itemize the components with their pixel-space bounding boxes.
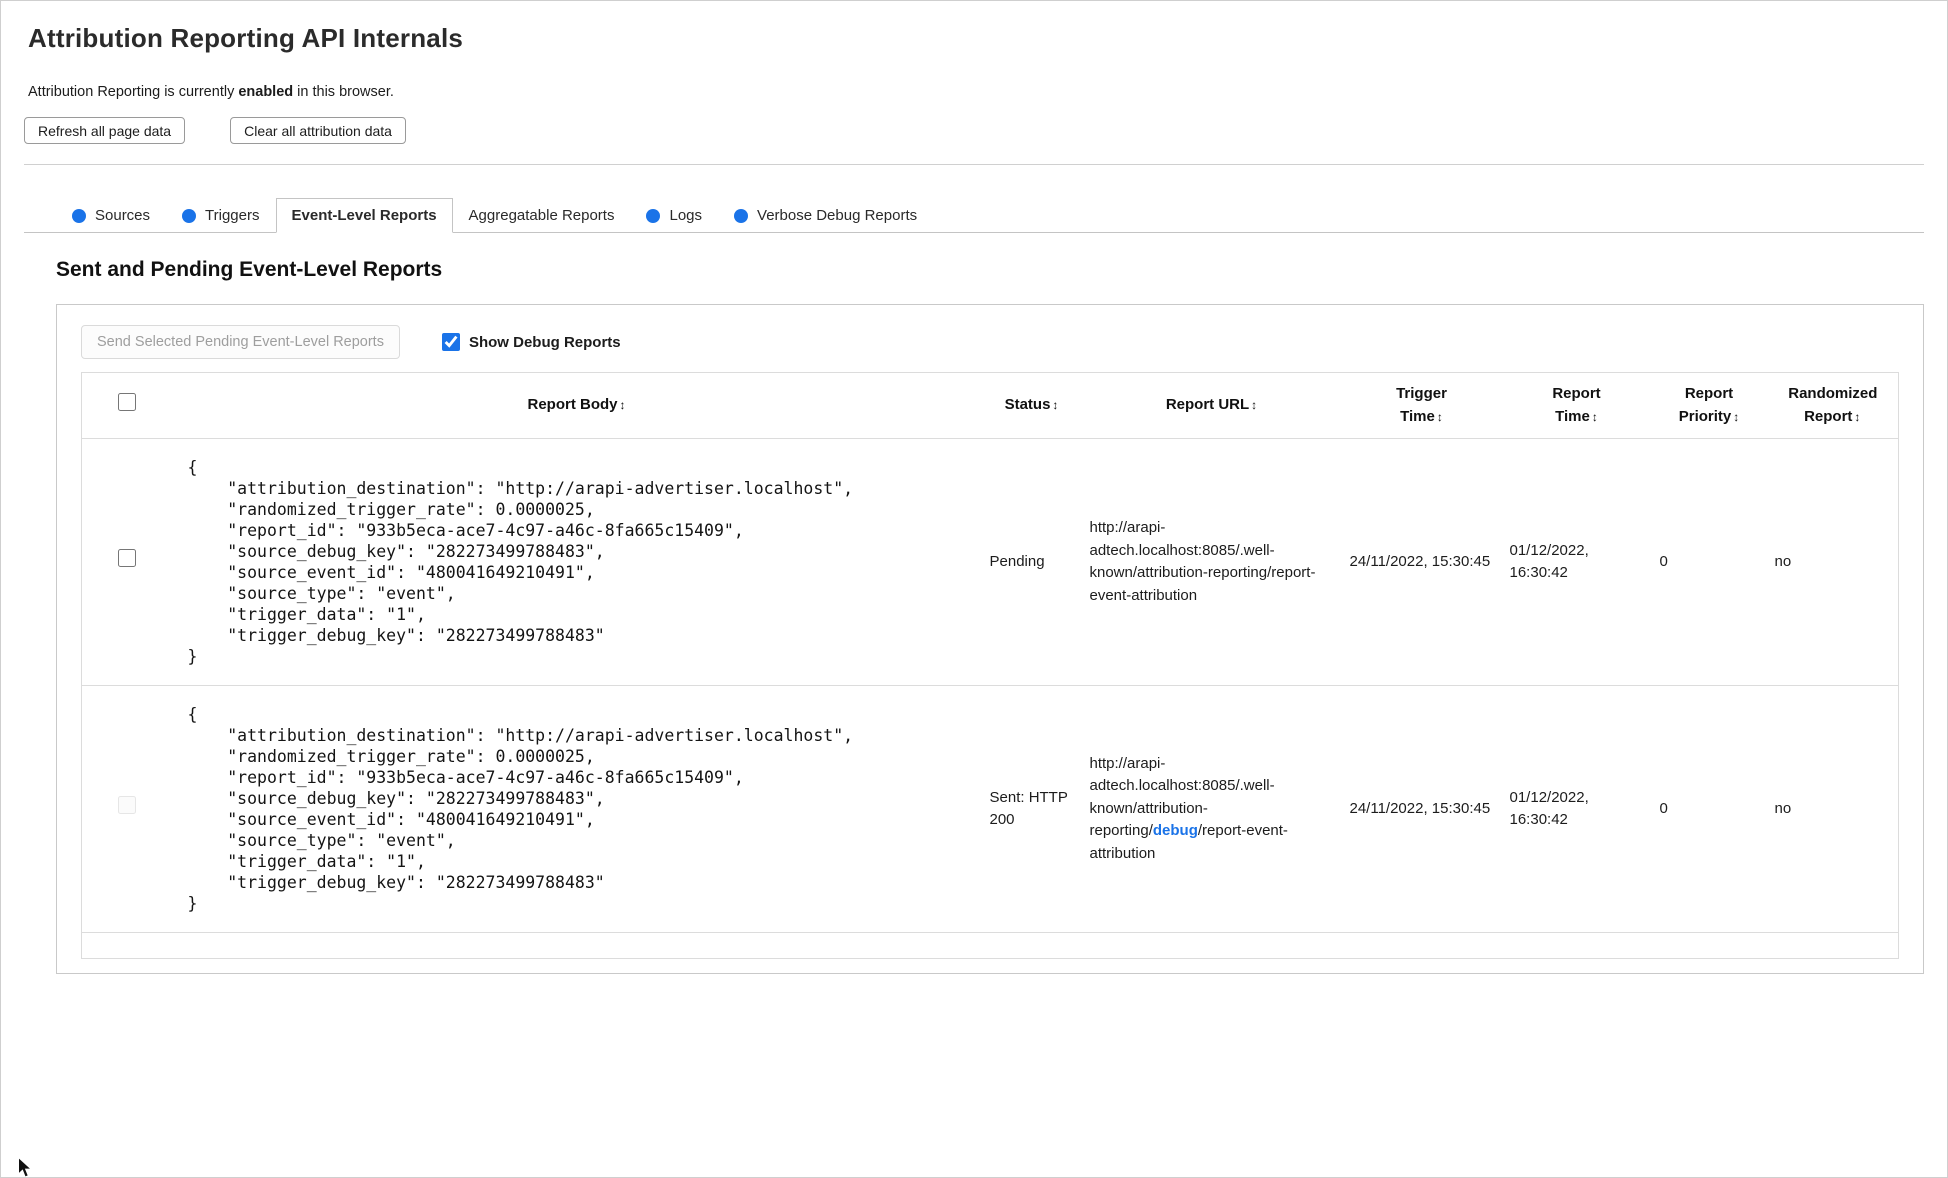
column-header-report-priority[interactable]: Report Priority ↕: [1651, 372, 1767, 439]
row-select-checkbox[interactable]: [117, 549, 136, 568]
report-priority-cell: 0: [1659, 552, 1668, 570]
page-content: Attribution Reporting API Internals Attr…: [1, 1, 1947, 974]
tab-label: Verbose Debug Reports: [757, 207, 918, 224]
tab-triggers[interactable]: Triggers: [166, 198, 275, 233]
status-prefix: Attribution Reporting is currently: [28, 84, 239, 100]
column-header-trigger-time[interactable]: Trigger Time ↕: [1341, 372, 1502, 439]
report-body-cell: { "attribution_destination": "http://ara…: [172, 686, 982, 933]
report-url-text: http://arapi-adtech.localhost:8085/.well…: [1089, 519, 1275, 581]
sort-icon: ↕: [1854, 409, 1861, 424]
sort-icon: ↕: [1251, 398, 1258, 413]
tab-label: Sources: [95, 207, 151, 224]
report-url-cell: http://arapi-adtech.localhost:8085/.well…: [1082, 686, 1342, 933]
debug-url-highlight: debug: [1152, 822, 1198, 840]
reports-panel: Send Selected Pending Event-Level Report…: [56, 304, 1924, 974]
sort-icon: ↕: [1052, 398, 1059, 413]
sort-icon: ↕: [1733, 409, 1740, 424]
column-header-label: Randomized Report: [1788, 385, 1878, 425]
table-header-row: Report Body ↕ Status ↕ Report URL ↕ Trigger Ti…: [81, 372, 1899, 439]
tab-logs[interactable]: Logs: [630, 198, 718, 233]
column-header-label: Report Body: [527, 396, 618, 414]
panel-controls: Send Selected Pending Event-Level Report…: [81, 325, 1899, 359]
table-footer-row: [82, 933, 1899, 959]
trigger-time-cell: 24/11/2022, 15:30:45: [1349, 552, 1491, 570]
divider: [24, 164, 1924, 165]
blue-dot-icon: [646, 208, 661, 223]
select-all-header-cell: [81, 372, 172, 439]
row-select-cell: [82, 686, 172, 933]
mouse-cursor: [18, 1157, 33, 1177]
randomized-report-cell: no: [1774, 799, 1792, 817]
tab-aggregatable-reports[interactable]: Aggregatable Reports: [453, 198, 631, 233]
blue-dot-icon: [182, 208, 197, 223]
report-row-2: { "attribution_destination": "http://ara…: [81, 686, 1899, 933]
column-header-inner: Randomized Report ↕: [1788, 383, 1878, 428]
status-cell: Sent: HTTP 200: [989, 788, 1068, 829]
page-title: Attribution Reporting API Internals: [28, 23, 464, 53]
report-time-cell: 01/12/2022, 16:30:42: [1509, 541, 1589, 582]
status-cell: Pending: [989, 552, 1045, 570]
column-header-label: Report Priority: [1678, 385, 1734, 425]
reports-table: Report Body ↕ Status ↕ Report URL ↕ Trigger Ti…: [81, 372, 1899, 959]
column-header-label: Status: [1004, 396, 1051, 414]
refresh-all-page-data-button[interactable]: Refresh all page data: [24, 117, 186, 144]
blue-dot-icon: [734, 208, 749, 223]
show-debug-label: Show Debug Reports: [468, 333, 621, 351]
column-header-status[interactable]: Status ↕: [981, 372, 1082, 439]
column-header-inner: Report Priority ↕: [1665, 383, 1753, 428]
report-time-cell: 01/12/2022, 16:30:42: [1509, 788, 1589, 829]
report-priority-cell: 0: [1659, 799, 1668, 817]
top-buttons: Refresh all page data Clear all attribut…: [24, 117, 1924, 144]
column-header-label: Report URL: [1165, 396, 1250, 414]
column-header-report-body[interactable]: Report Body ↕: [171, 372, 982, 439]
row-select-checkbox: [117, 796, 136, 815]
column-header-report-time[interactable]: Report Time ↕: [1501, 372, 1652, 439]
sort-icon: ↕: [619, 398, 626, 413]
report-body-json: { "attribution_destination": "http://ara…: [187, 705, 854, 913]
sort-icon: ↕: [1591, 409, 1598, 424]
section-heading: Sent and Pending Event-Level Reports: [56, 258, 443, 281]
column-header-inner: Report URL ↕: [1166, 394, 1257, 417]
status-suffix: in this browser.: [293, 84, 394, 100]
report-url-cell: http://arapi-adtech.localhost:8085/.well…: [1082, 439, 1342, 686]
column-header-inner: Trigger Time ↕: [1378, 383, 1466, 428]
tab-bar: Sources Triggers Event-Level Reports Aggreg…: [24, 198, 1924, 233]
show-debug-checkbox[interactable]: [441, 333, 460, 351]
randomized-report-cell: no: [1774, 552, 1792, 570]
status-emphasis: enabled: [238, 84, 294, 100]
attribution-internals-page: Attribution Reporting API Internals Attr…: [0, 0, 1948, 1178]
report-row-1: { "attribution_destination": "http://ara…: [81, 439, 1899, 686]
clear-all-attribution-data-button[interactable]: Clear all attribution data: [230, 117, 406, 144]
send-selected-pending-reports-button[interactable]: Send Selected Pending Event-Level Report…: [81, 325, 400, 359]
tab-label: Event-Level Reports: [291, 207, 437, 224]
tab-label: Logs: [669, 207, 703, 224]
tab-label: Aggregatable Reports: [468, 207, 615, 224]
tab-verbose-debug-reports[interactable]: Verbose Debug Reports: [718, 198, 933, 233]
sort-icon: ↕: [1436, 409, 1443, 424]
status-line: Attribution Reporting is currently enabl…: [28, 84, 1920, 100]
select-all-checkbox[interactable]: [117, 392, 136, 411]
column-header-inner: Report Time ↕: [1533, 383, 1621, 428]
report-body-json: { "attribution_destination": "http://ara…: [187, 458, 854, 666]
column-header-report-url[interactable]: Report URL ↕: [1081, 372, 1342, 439]
column-header-inner: Status ↕: [1005, 394, 1059, 417]
tab-sources[interactable]: Sources: [56, 198, 166, 233]
show-debug-toggle[interactable]: Show Debug Reports: [441, 333, 621, 351]
column-header-inner: Report Body ↕: [528, 394, 626, 417]
trigger-time-cell: 24/11/2022, 15:30:45: [1349, 799, 1491, 817]
column-header-randomized-report[interactable]: Randomized Report ↕: [1766, 372, 1899, 439]
table-footer-spacer: [82, 933, 1899, 959]
row-select-cell: [82, 439, 172, 686]
report-body-cell: { "attribution_destination": "http://ara…: [172, 439, 982, 686]
blue-dot-icon: [72, 208, 86, 223]
tab-event-level-reports[interactable]: Event-Level Reports: [275, 198, 453, 233]
tab-label: Triggers: [205, 207, 260, 224]
